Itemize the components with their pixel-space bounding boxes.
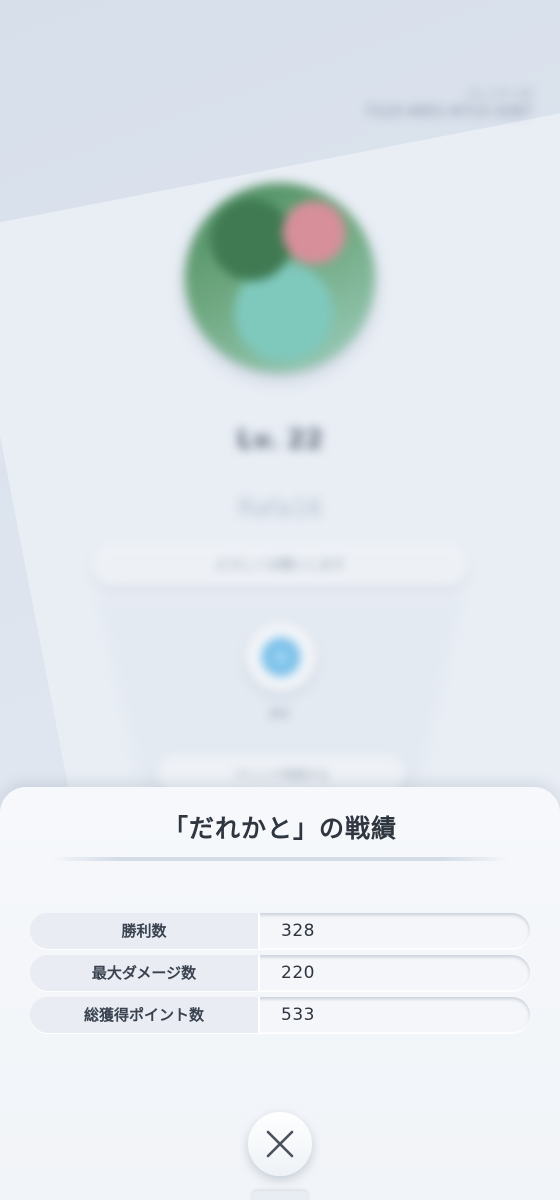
stat-label: 勝利数	[30, 913, 260, 949]
emblem-badge	[246, 622, 316, 692]
modal-title: 「だれかと」の戦績	[162, 814, 397, 843]
emblem-label: 称号	[270, 710, 290, 721]
stat-label: 最大ダメージ数	[30, 955, 260, 991]
close-button[interactable]	[248, 1112, 312, 1176]
emblem-icon	[262, 638, 300, 676]
bottom-tab-handle	[252, 1191, 308, 1200]
player-id: 7123-4451-6713-3287	[364, 104, 532, 120]
stat-label: 総獲得ポイント数	[30, 997, 260, 1033]
stat-row-total-points: 総獲得ポイント数 533	[30, 997, 530, 1033]
stats-table: 勝利数 328 最大ダメージ数 220 総獲得ポイント数 533	[30, 913, 530, 1039]
player-name: Rafa16	[237, 494, 323, 522]
stats-modal: 「だれかと」の戦績 勝利数 328 最大ダメージ数 220 総獲得ポイント数 5…	[0, 787, 560, 1200]
player-id-label: プレイヤーID	[465, 88, 532, 101]
player-level: Lv. 22	[236, 425, 324, 455]
avatar	[185, 183, 375, 373]
stat-value: 328	[281, 921, 315, 941]
stat-value: 220	[281, 963, 315, 983]
stat-value: 533	[281, 1005, 315, 1025]
title-divider	[50, 857, 510, 861]
close-icon	[266, 1130, 294, 1158]
stat-row-wins: 勝利数 328	[30, 913, 530, 949]
stat-row-max-damage: 最大ダメージ数 220	[30, 955, 530, 991]
greeting-message: よろしくお願いします	[92, 545, 468, 587]
